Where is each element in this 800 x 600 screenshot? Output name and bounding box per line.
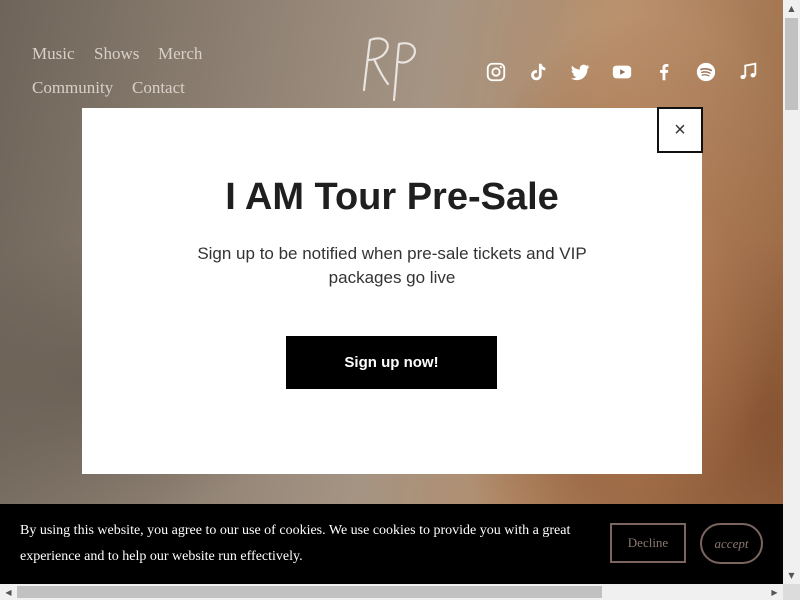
vertical-scrollbar[interactable]: ▲ ▼ [783, 0, 800, 584]
facebook-icon[interactable] [652, 60, 676, 84]
nav-link-contact[interactable]: Contact [132, 78, 185, 98]
modal-close-button[interactable]: × [657, 107, 703, 153]
signup-button[interactable]: Sign up now! [286, 336, 497, 389]
scroll-up-arrow-icon[interactable]: ▲ [783, 0, 800, 17]
scroll-left-arrow-icon[interactable]: ◀ [0, 584, 17, 600]
modal-title: I AM Tour Pre-Sale [225, 176, 559, 218]
cookie-text: By using this website, you agree to our … [20, 523, 571, 564]
scrollbar-corner [783, 584, 800, 600]
presale-modal: × I AM Tour Pre-Sale Sign up to be notif… [82, 107, 703, 474]
instagram-icon[interactable] [484, 60, 508, 84]
youtube-icon[interactable] [610, 60, 634, 84]
twitter-icon[interactable] [568, 60, 592, 84]
spotify-icon[interactable] [694, 60, 718, 84]
nav-link-community[interactable]: Community [32, 78, 113, 98]
site-logo[interactable] [352, 32, 424, 102]
modal-description: Sign up to be notified when pre-sale tic… [197, 244, 587, 287]
horizontal-scrollbar[interactable]: ◀ ▶ [0, 584, 783, 600]
social-icons [484, 60, 760, 84]
cookie-accept-button[interactable]: accept [700, 523, 763, 564]
nav-link-shows[interactable]: Shows [94, 44, 139, 64]
scroll-down-arrow-icon[interactable]: ▼ [783, 567, 800, 584]
cookie-decline-button[interactable]: Decline [610, 523, 686, 563]
tiktok-icon[interactable] [526, 60, 550, 84]
nav-link-music[interactable]: Music [32, 44, 75, 64]
music-note-icon[interactable] [736, 60, 760, 84]
nav-link-merch[interactable]: Merch [158, 44, 202, 64]
scroll-right-arrow-icon[interactable]: ▶ [766, 584, 783, 600]
vertical-scroll-thumb[interactable] [785, 18, 798, 110]
cookie-banner: By using this website, you agree to our … [0, 504, 783, 584]
horizontal-scroll-thumb[interactable] [17, 586, 602, 598]
logo-mark [362, 37, 416, 102]
close-icon: × [674, 118, 686, 141]
